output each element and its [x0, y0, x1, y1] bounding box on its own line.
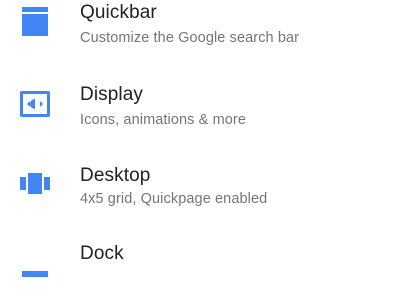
- settings-item-subtitle: Icons, animations & more: [80, 112, 246, 128]
- settings-item-title: Quickbar: [80, 2, 157, 23]
- dock-icon: [22, 271, 48, 277]
- settings-item-subtitle: Customize the Google search bar: [80, 30, 300, 46]
- settings-item-title: Display: [80, 84, 143, 105]
- settings-item-title: Desktop: [80, 165, 151, 186]
- display-icon: [20, 91, 50, 117]
- settings-item-desktop[interactable]: Desktop 4x5 grid, Quickpage enabled: [0, 151, 400, 227]
- settings-item-display[interactable]: Display Icons, animations & more: [0, 70, 400, 146]
- settings-item-quickbar[interactable]: Quickbar Customize the Google search bar: [0, 0, 400, 64]
- settings-item-title: Dock: [80, 243, 124, 264]
- desktop-icon: [20, 173, 50, 194]
- quickbar-icon: [22, 7, 48, 36]
- settings-item-dock[interactable]: Dock: [0, 229, 400, 305]
- settings-item-subtitle: 4x5 grid, Quickpage enabled: [80, 191, 268, 207]
- settings-list: Quickbar Customize the Google search bar…: [0, 0, 400, 277]
